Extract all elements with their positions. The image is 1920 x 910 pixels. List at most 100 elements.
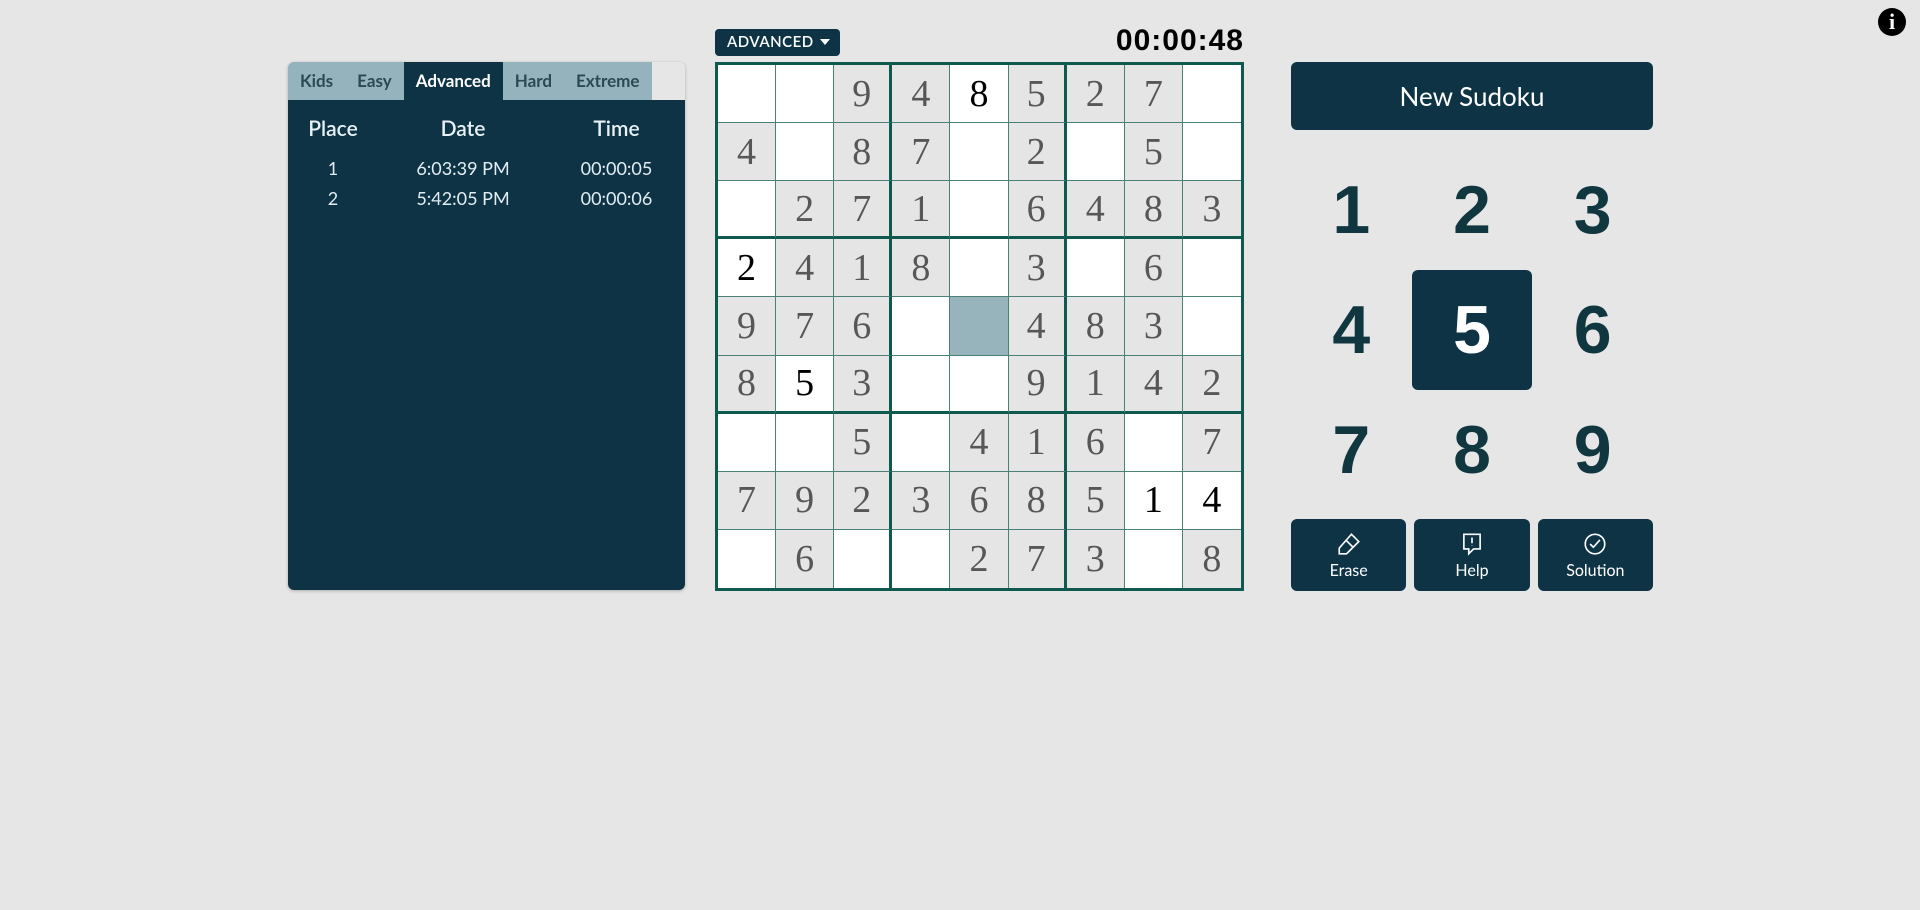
cell-date: 6:03:39 PM bbox=[378, 157, 548, 179]
sudoku-cell: 9 bbox=[834, 65, 892, 123]
numpad-7[interactable]: 7 bbox=[1291, 390, 1412, 510]
sudoku-cell: 8 bbox=[1125, 181, 1183, 239]
sudoku-cell[interactable] bbox=[1067, 239, 1125, 297]
sudoku-cell: 8 bbox=[718, 356, 776, 414]
sudoku-cell[interactable] bbox=[834, 530, 892, 588]
tab-advanced[interactable]: Advanced bbox=[404, 62, 503, 100]
numpad-9[interactable]: 9 bbox=[1532, 390, 1653, 510]
help-icon bbox=[1459, 531, 1485, 557]
sudoku-cell[interactable] bbox=[892, 297, 950, 355]
sudoku-cell: 4 bbox=[718, 123, 776, 181]
sudoku-cell: 9 bbox=[1009, 356, 1067, 414]
sudoku-cell: 8 bbox=[834, 123, 892, 181]
tab-easy[interactable]: Easy bbox=[345, 62, 404, 100]
sudoku-cell[interactable] bbox=[1183, 239, 1241, 297]
sudoku-cell[interactable]: 2 bbox=[718, 239, 776, 297]
cell-date: 5:42:05 PM bbox=[378, 187, 548, 209]
sudoku-cell[interactable] bbox=[950, 239, 1008, 297]
sudoku-cell[interactable]: 5 bbox=[776, 356, 834, 414]
sudoku-cell[interactable] bbox=[892, 356, 950, 414]
erase-icon bbox=[1336, 531, 1362, 557]
cell-place: 2 bbox=[288, 187, 378, 209]
numpad-4[interactable]: 4 bbox=[1291, 270, 1412, 390]
sudoku-cell[interactable] bbox=[892, 414, 950, 472]
cell-time: 00:00:06 bbox=[548, 187, 685, 209]
sudoku-cell: 5 bbox=[1067, 472, 1125, 530]
sudoku-cell[interactable] bbox=[776, 414, 834, 472]
sudoku-cell[interactable] bbox=[1183, 65, 1241, 123]
timer: 00:00:48 bbox=[715, 26, 1244, 56]
numpad-2[interactable]: 2 bbox=[1412, 150, 1533, 270]
numpad-6[interactable]: 6 bbox=[1532, 270, 1653, 390]
sudoku-cell: 9 bbox=[718, 297, 776, 355]
sudoku-cell[interactable] bbox=[776, 65, 834, 123]
sudoku-cell: 6 bbox=[1067, 414, 1125, 472]
sudoku-cell[interactable] bbox=[1125, 530, 1183, 588]
sudoku-cell[interactable]: 8 bbox=[950, 65, 1008, 123]
sudoku-cell: 6 bbox=[950, 472, 1008, 530]
sudoku-cell: 5 bbox=[1009, 65, 1067, 123]
scoreboard-body: Place Date Time 16:03:39 PM00:00:0525:42… bbox=[288, 100, 685, 590]
sudoku-cell: 2 bbox=[1009, 123, 1067, 181]
sudoku-cell: 1 bbox=[892, 181, 950, 239]
new-sudoku-button[interactable]: New Sudoku bbox=[1291, 62, 1653, 130]
sudoku-cell[interactable] bbox=[892, 530, 950, 588]
sudoku-cell: 4 bbox=[892, 65, 950, 123]
sudoku-cell[interactable] bbox=[950, 123, 1008, 181]
header-place: Place bbox=[288, 116, 378, 141]
sudoku-cell: 3 bbox=[1067, 530, 1125, 588]
sudoku-cell: 2 bbox=[1183, 356, 1241, 414]
score-row: 25:42:05 PM00:00:06 bbox=[288, 183, 685, 213]
sudoku-cell: 2 bbox=[776, 181, 834, 239]
sudoku-cell: 7 bbox=[834, 181, 892, 239]
sudoku-cell: 3 bbox=[834, 356, 892, 414]
sudoku-cell[interactable] bbox=[950, 356, 1008, 414]
sudoku-cell: 3 bbox=[1183, 181, 1241, 239]
sudoku-cell: 7 bbox=[1009, 530, 1067, 588]
numpad-8[interactable]: 8 bbox=[1412, 390, 1533, 510]
sudoku-cell: 4 bbox=[1125, 356, 1183, 414]
numpad-1[interactable]: 1 bbox=[1291, 150, 1412, 270]
solution-button[interactable]: Solution bbox=[1538, 519, 1653, 591]
sudoku-cell: 3 bbox=[1125, 297, 1183, 355]
sudoku-cell: 6 bbox=[1009, 181, 1067, 239]
sudoku-cell[interactable] bbox=[718, 414, 776, 472]
sudoku-cell[interactable] bbox=[950, 297, 1008, 355]
sudoku-cell: 3 bbox=[1009, 239, 1067, 297]
scoreboard-header-row: Place Date Time bbox=[288, 106, 685, 153]
solution-icon bbox=[1582, 531, 1608, 557]
tab-kids[interactable]: Kids bbox=[288, 62, 345, 100]
tab-hard[interactable]: Hard bbox=[503, 62, 564, 100]
scoreboard: KidsEasyAdvancedHardExtreme Place Date T… bbox=[288, 62, 685, 590]
numpad-3[interactable]: 3 bbox=[1532, 150, 1653, 270]
sudoku-cell[interactable] bbox=[776, 123, 834, 181]
sudoku-cell: 8 bbox=[1009, 472, 1067, 530]
sudoku-cell: 8 bbox=[892, 239, 950, 297]
tab-extreme[interactable]: Extreme bbox=[564, 62, 651, 100]
sudoku-cell: 5 bbox=[834, 414, 892, 472]
sudoku-cell[interactable] bbox=[718, 181, 776, 239]
number-pad: 123456789 bbox=[1291, 150, 1653, 510]
sudoku-cell: 4 bbox=[1067, 181, 1125, 239]
sudoku-cell: 4 bbox=[1009, 297, 1067, 355]
sudoku-cell[interactable] bbox=[718, 65, 776, 123]
help-button[interactable]: Help bbox=[1414, 519, 1529, 591]
sudoku-cell[interactable] bbox=[1183, 123, 1241, 181]
header-time: Time bbox=[548, 116, 685, 141]
sudoku-cell[interactable]: 4 bbox=[1183, 472, 1241, 530]
sudoku-cell: 5 bbox=[1125, 123, 1183, 181]
sudoku-cell[interactable] bbox=[718, 530, 776, 588]
sudoku-cell[interactable]: 1 bbox=[1125, 472, 1183, 530]
numpad-5[interactable]: 5 bbox=[1412, 270, 1533, 390]
sudoku-cell[interactable] bbox=[1183, 297, 1241, 355]
sudoku-cell: 4 bbox=[776, 239, 834, 297]
erase-button[interactable]: Erase bbox=[1291, 519, 1406, 591]
sudoku-cell[interactable] bbox=[950, 181, 1008, 239]
sudoku-cell[interactable] bbox=[1125, 414, 1183, 472]
info-icon[interactable]: i bbox=[1878, 8, 1906, 36]
sudoku-cell[interactable] bbox=[1067, 123, 1125, 181]
sudoku-cell: 1 bbox=[834, 239, 892, 297]
cell-place: 1 bbox=[288, 157, 378, 179]
sudoku-cell: 8 bbox=[1067, 297, 1125, 355]
sudoku-cell: 6 bbox=[834, 297, 892, 355]
